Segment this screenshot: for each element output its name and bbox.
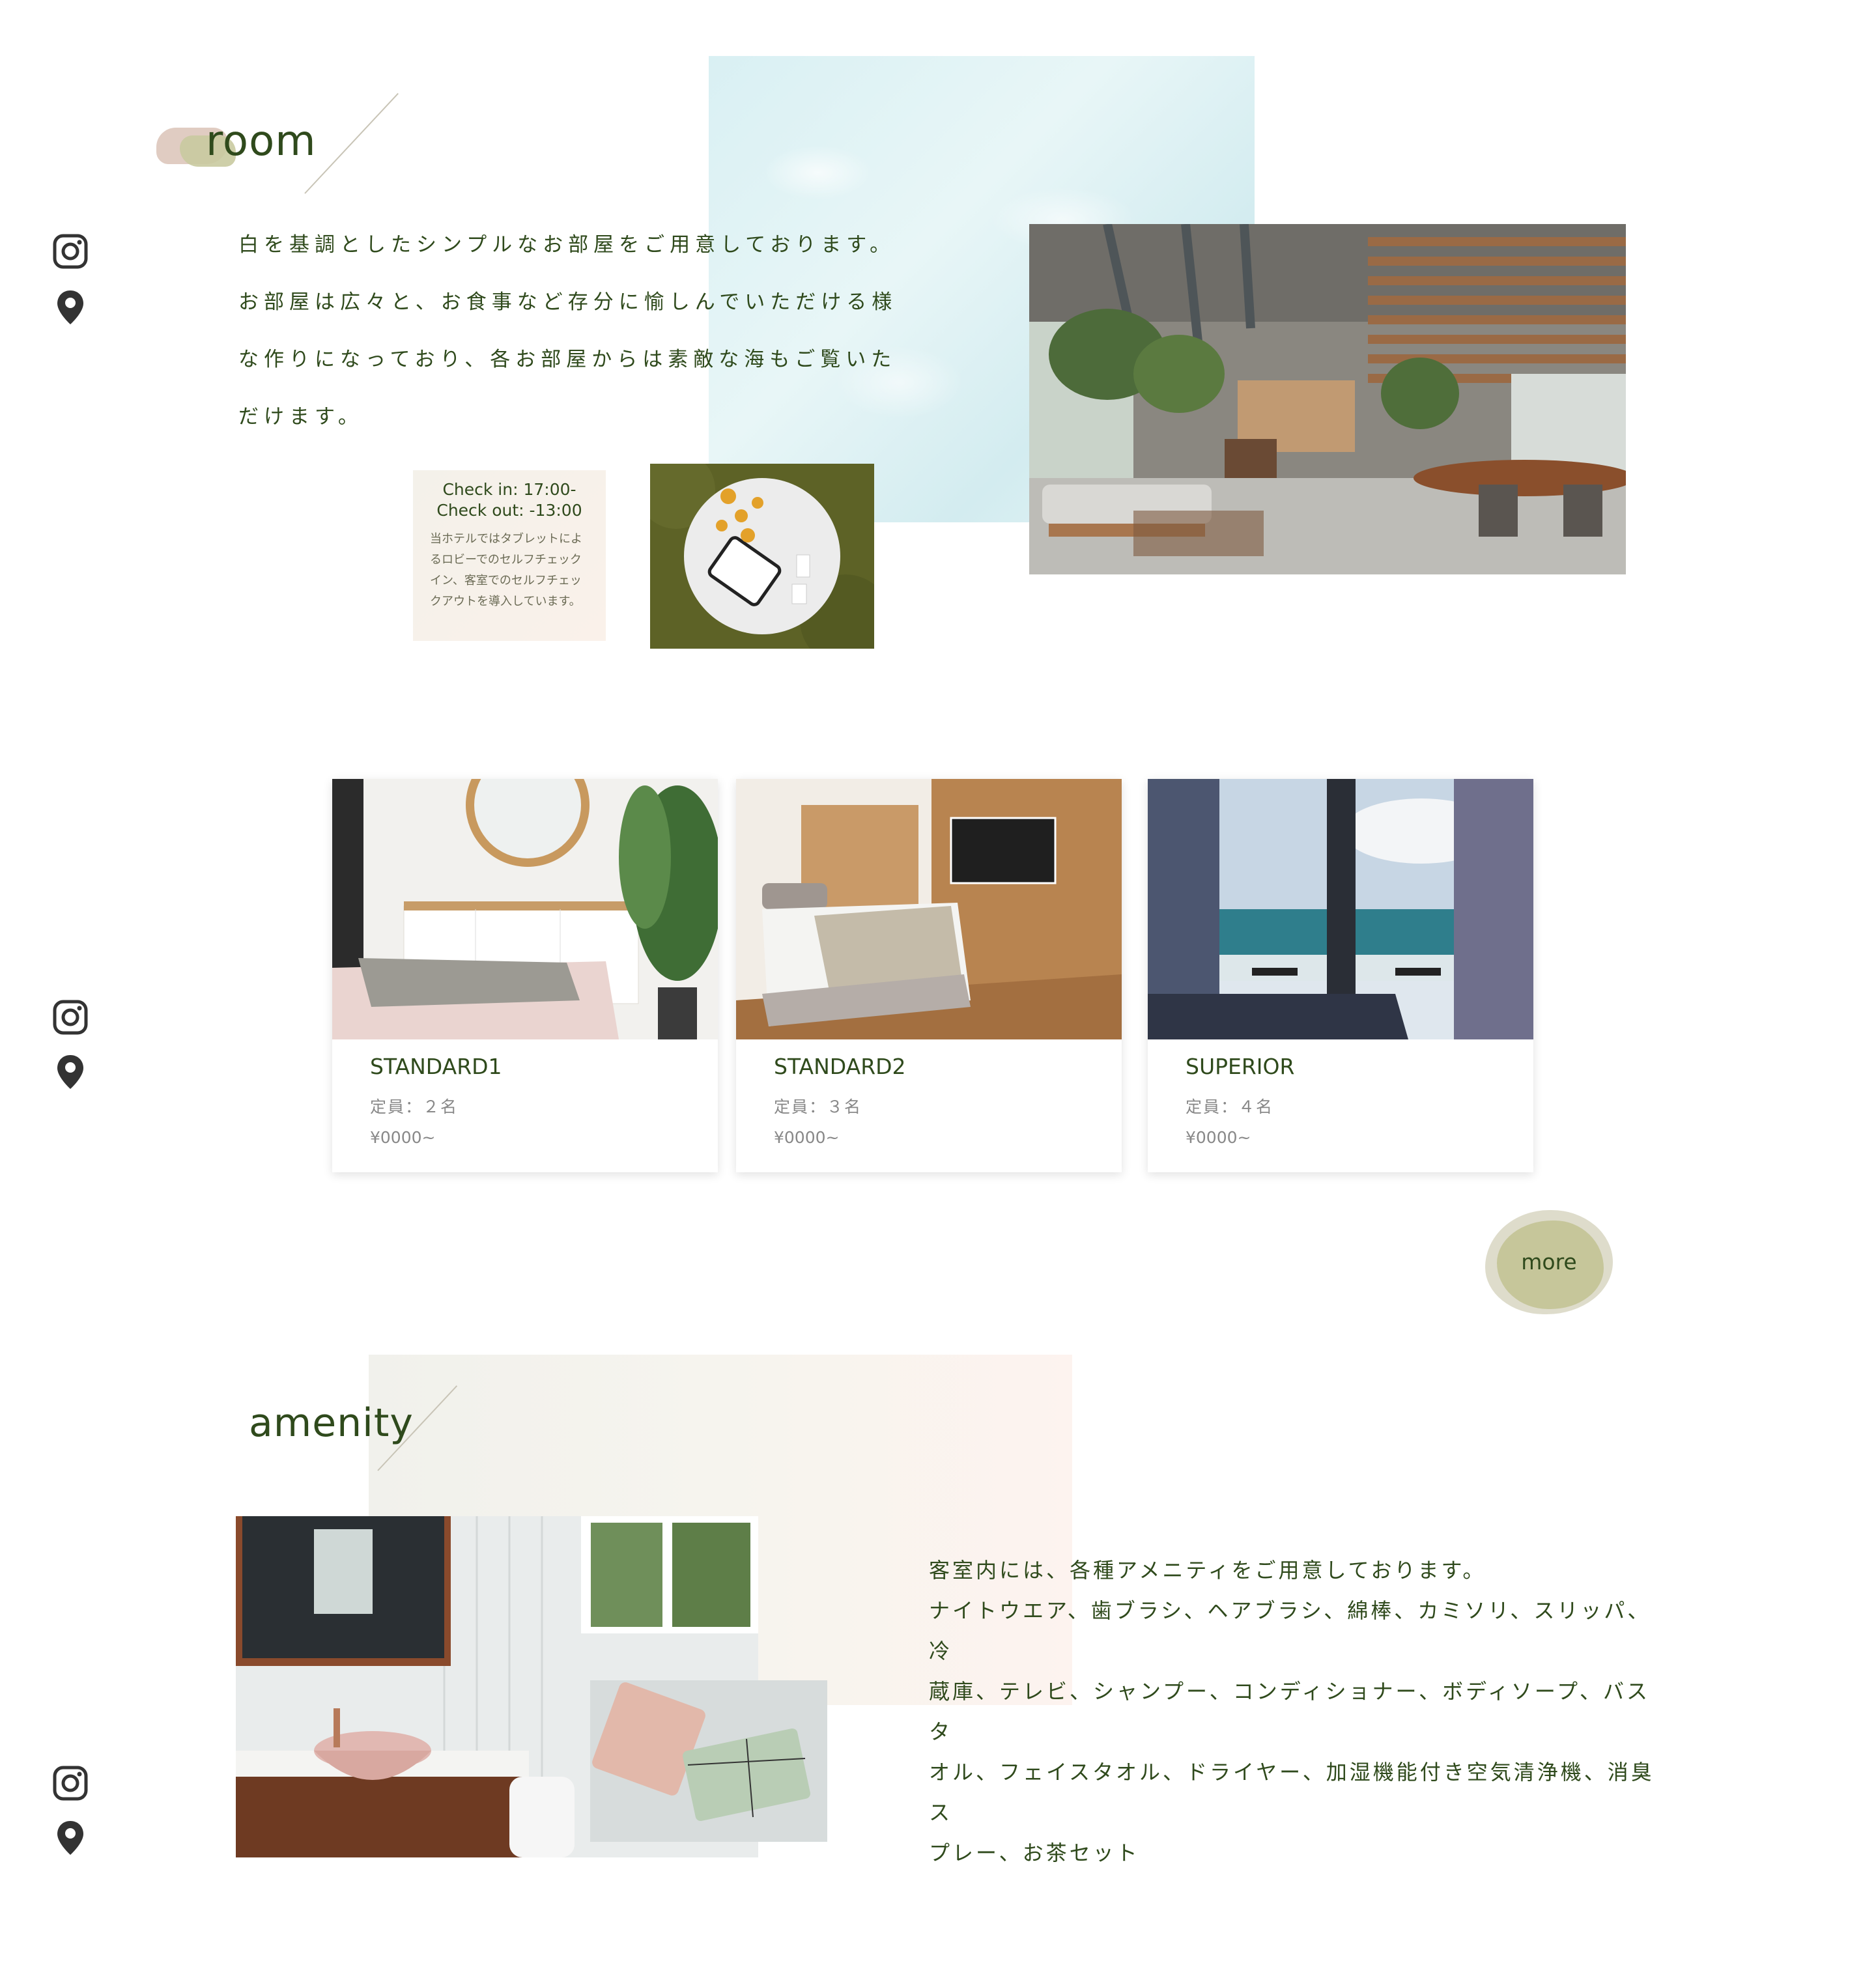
instagram-icon[interactable] bbox=[52, 999, 89, 1036]
room-card-name: SUPERIOR bbox=[1186, 1054, 1295, 1079]
checkin-time: Check in: 17:00- bbox=[442, 480, 576, 499]
soap-photo bbox=[590, 1680, 827, 1842]
room-card-photo bbox=[1148, 779, 1533, 1039]
room-card-name: STANDARD2 bbox=[774, 1054, 906, 1079]
title-divider bbox=[304, 92, 399, 194]
amenity-description: 客室内には、各種アメニティをご用意しております。 ナイトウエア、歯ブラシ、ヘアブ… bbox=[929, 1550, 1665, 1873]
more-button-label: more bbox=[1521, 1249, 1577, 1275]
room-description-line: だけます。 bbox=[238, 405, 363, 429]
checkin-info-box: Check in: 17:00- Check out: -13:00 当ホテルで… bbox=[413, 470, 606, 641]
room-card-name: STANDARD1 bbox=[370, 1054, 502, 1079]
room-description-line: な作りになっており、各お部屋からは素敵な海もご覧いた bbox=[238, 348, 897, 371]
amenity-description-line: 客室内には、各種アメニティをご用意しております。 bbox=[929, 1558, 1486, 1583]
room-card-superior[interactable]: SUPERIOR 定員：４名 ¥0000~ bbox=[1148, 779, 1533, 1172]
room-card-capacity: 定員：２名 bbox=[370, 1097, 459, 1116]
room-description-line: 白を基調としたシンプルなお部屋をご用意しております。 bbox=[238, 233, 896, 257]
room-description: 白を基調としたシンプルなお部屋をご用意しております。 お部屋は広々と、お食事など… bbox=[238, 216, 929, 445]
checkout-time: Check out: -13:00 bbox=[436, 501, 582, 520]
room-card-standard2[interactable]: STANDARD2 定員：３名 ¥0000~ bbox=[736, 779, 1122, 1172]
room-card-photo bbox=[332, 779, 718, 1039]
map-pin-icon[interactable] bbox=[52, 1820, 89, 1856]
lobby-photo bbox=[1029, 224, 1626, 574]
amenity-description-line: 蔵庫、テレビ、シャンプー、コンディショナー、ボディソープ、バスタ bbox=[929, 1679, 1651, 1744]
room-card-capacity: 定員：４名 bbox=[1186, 1097, 1274, 1116]
room-card-price: ¥0000~ bbox=[370, 1128, 436, 1147]
room-card-price: ¥0000~ bbox=[774, 1128, 840, 1147]
tablet-photo bbox=[650, 464, 874, 649]
checkin-description: 当ホテルではタブレットによるロビーでのセルフチェックイン、客室でのセルフチェック… bbox=[430, 532, 582, 608]
amenity-description-line: プレー、お茶セット bbox=[929, 1841, 1140, 1865]
room-description-line: お部屋は広々と、お食事など存分に愉しんでいただける様 bbox=[238, 290, 898, 314]
room-card-capacity: 定員：３名 bbox=[774, 1097, 862, 1116]
room-card-standard1[interactable]: STANDARD1 定員：２名 ¥0000~ bbox=[332, 779, 718, 1172]
amenity-heading: amenity bbox=[249, 1400, 414, 1446]
more-button[interactable]: more bbox=[1485, 1210, 1615, 1319]
instagram-icon[interactable] bbox=[52, 233, 89, 270]
instagram-icon[interactable] bbox=[52, 1765, 89, 1801]
room-card-price: ¥0000~ bbox=[1186, 1128, 1251, 1147]
amenity-description-line: ナイトウエア、歯ブラシ、ヘアブラシ、綿棒、カミソリ、スリッパ、冷 bbox=[929, 1598, 1651, 1663]
amenity-description-line: オル、フェイスタオル、ドライヤー、加湿機能付き空気清浄機、消臭ス bbox=[929, 1760, 1655, 1825]
room-heading: room bbox=[206, 117, 317, 165]
map-pin-icon[interactable] bbox=[52, 289, 89, 326]
map-pin-icon[interactable] bbox=[52, 1054, 89, 1090]
room-card-photo bbox=[736, 779, 1122, 1039]
